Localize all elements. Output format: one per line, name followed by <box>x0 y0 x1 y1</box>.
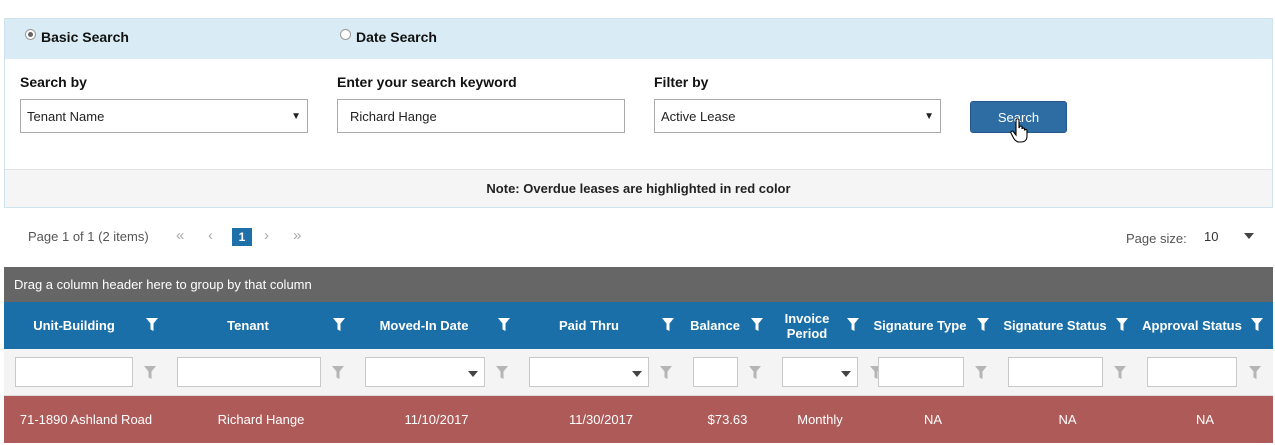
signature-type-filter-input[interactable] <box>878 357 964 387</box>
col-header-balance[interactable]: Balance <box>688 302 742 349</box>
filter-by-value: Active Lease <box>661 108 736 124</box>
page-size-dropdown-icon[interactable] <box>1244 233 1254 239</box>
next-page-icon[interactable]: › <box>264 227 269 244</box>
filter-icon[interactable] <box>498 318 510 332</box>
radio-unchecked-icon[interactable] <box>340 28 351 40</box>
filter-icon[interactable] <box>496 366 508 380</box>
dropdown-arrow-icon: ▼ <box>924 110 934 122</box>
filter-icon[interactable] <box>751 318 763 332</box>
page-size-label: Page size: <box>1126 231 1187 246</box>
filter-icon[interactable] <box>660 366 672 380</box>
filter-icon[interactable] <box>1249 366 1261 380</box>
search-by-label: Search by <box>20 74 87 90</box>
basic-search-label: Basic Search <box>41 29 129 45</box>
col-header-tenant[interactable]: Tenant <box>168 302 328 349</box>
grid-filter-row <box>4 349 1273 396</box>
invoice-period-filter-select[interactable] <box>782 357 858 387</box>
col-header-paid-thru[interactable]: Paid Thru <box>524 302 654 349</box>
cell-approval-status: NA <box>1195 412 1215 427</box>
col-header-signature-type[interactable]: Signature Type <box>872 302 968 349</box>
signature-status-filter-input[interactable] <box>1008 357 1103 387</box>
filter-icon[interactable] <box>1114 366 1126 380</box>
date-search-radio[interactable]: Date Search <box>340 28 437 45</box>
table-row[interactable]: 71-1890 Ashland Road Richard Hange 11/10… <box>4 396 1273 443</box>
basic-search-radio[interactable]: Basic Search <box>25 28 129 45</box>
keyword-input[interactable] <box>337 99 625 133</box>
moved-in-date-filter-select[interactable] <box>365 357 485 387</box>
pager-info: Page 1 of 1 (2 items) <box>28 229 149 244</box>
dropdown-arrow-icon <box>841 371 851 377</box>
lease-search-page: Basic Search Date Search Search by Tenan… <box>0 0 1275 445</box>
filter-icon[interactable] <box>749 366 761 380</box>
grid-header-row: Unit-Building Tenant Moved-In Date Paid … <box>4 302 1273 349</box>
balance-filter-input[interactable] <box>693 357 738 387</box>
filter-icon[interactable] <box>662 318 674 332</box>
filter-icon[interactable] <box>977 318 989 332</box>
cell-tenant: Richard Hange <box>217 412 305 427</box>
filter-icon[interactable] <box>333 318 345 332</box>
last-page-icon[interactable]: » <box>293 227 301 244</box>
filter-icon[interactable] <box>975 366 987 380</box>
cell-invoice-period: Monthly <box>797 412 843 427</box>
filter-by-label: Filter by <box>654 74 709 90</box>
cell-paid-thru: 11/30/2017 <box>568 412 634 427</box>
filter-icon[interactable] <box>146 318 158 332</box>
cell-unit-building: 71-1890 Ashland Road <box>19 412 153 427</box>
dropdown-arrow-icon <box>468 371 478 377</box>
search-by-value: Tenant Name <box>27 108 105 124</box>
paid-thru-filter-select[interactable] <box>529 357 649 387</box>
search-panel: Basic Search Date Search Search by Tenan… <box>4 18 1273 208</box>
search-by-select[interactable]: Tenant Name ▼ <box>20 99 308 133</box>
col-header-signature-status[interactable]: Signature Status <box>1002 302 1108 349</box>
group-panel[interactable]: Drag a column header here to group by th… <box>4 267 1273 302</box>
filter-icon[interactable] <box>1251 318 1263 332</box>
tenant-filter-input[interactable] <box>177 357 321 387</box>
hand-cursor-icon <box>1010 118 1028 143</box>
col-header-unit-building[interactable]: Unit-Building <box>4 302 144 349</box>
col-header-invoice-period[interactable]: Invoice Period <box>778 302 836 349</box>
radio-checked-icon[interactable] <box>25 28 36 40</box>
filter-icon[interactable] <box>332 366 344 380</box>
keyword-label: Enter your search keyword <box>337 74 517 90</box>
cell-signature-status: NA <box>1058 412 1077 427</box>
page-size-value[interactable]: 10 <box>1204 229 1218 244</box>
search-mode-bar: Basic Search Date Search <box>5 19 1272 59</box>
filter-by-select[interactable]: Active Lease ▼ <box>654 99 941 133</box>
unit-building-filter-input[interactable] <box>15 357 133 387</box>
cell-balance: $73.63 <box>707 412 748 427</box>
cell-moved-in-date: 11/10/2017 <box>404 412 469 427</box>
current-page-button[interactable]: 1 <box>232 228 252 246</box>
filter-icon[interactable] <box>144 366 156 380</box>
overdue-note: Note: Overdue leases are highlighted in … <box>5 169 1272 207</box>
date-search-label: Date Search <box>356 29 437 45</box>
prev-page-icon[interactable]: ‹ <box>208 227 213 244</box>
approval-status-filter-input[interactable] <box>1147 357 1237 387</box>
first-page-icon[interactable]: « <box>176 227 184 244</box>
filter-icon[interactable] <box>847 318 859 332</box>
col-header-approval-status[interactable]: Approval Status <box>1141 302 1243 349</box>
dropdown-arrow-icon: ▼ <box>291 110 301 122</box>
col-header-moved-in-date[interactable]: Moved-In Date <box>359 302 489 349</box>
cell-signature-type: NA <box>923 412 943 427</box>
dropdown-arrow-icon <box>632 371 642 377</box>
filter-icon[interactable] <box>1116 318 1128 332</box>
